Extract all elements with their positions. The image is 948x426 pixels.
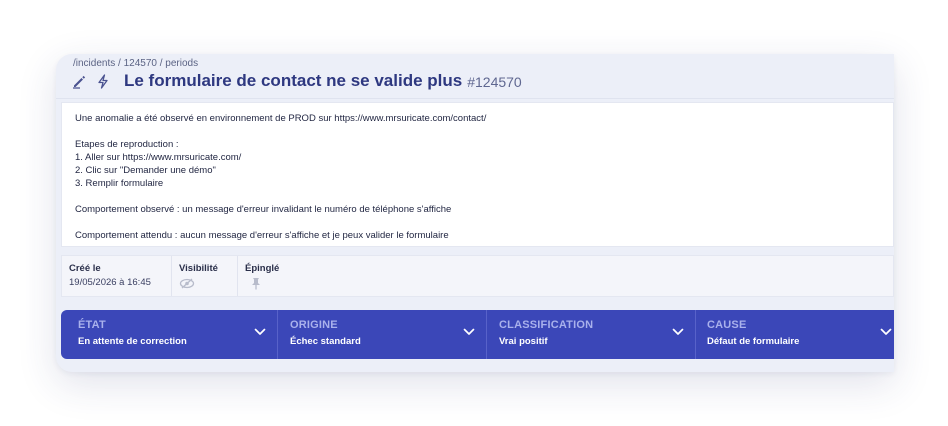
description-gap [75, 190, 893, 203]
description-line: 3. Remplir formulaire [75, 178, 164, 189]
ticket-number: #124570 [467, 74, 522, 90]
eye-slash-icon[interactable] [179, 278, 237, 292]
page-title: Le formulaire de contact ne se valide pl… [124, 71, 463, 90]
classification-label: CLASSIFICATION [499, 319, 594, 331]
chevron-down-icon [672, 328, 684, 335]
description-line: Une anomalie a été observé en environnem… [75, 113, 487, 124]
breadcrumb[interactable]: /incidents / 124570 / periods [73, 58, 198, 69]
meta-panel: Créé le 19/05/2026 à 16:45 Visibilité Ép… [61, 255, 894, 297]
cause-label: CAUSE [707, 319, 747, 331]
status-dropdown-state[interactable]: ÉTAT En attente de correction [61, 310, 278, 359]
meta-visibility: Visibilité [172, 256, 238, 296]
pinned-label: Épinglé [245, 263, 280, 274]
origin-value: Échec standard [290, 336, 361, 347]
classification-value: Vrai positif [499, 336, 548, 347]
visibility-label: Visibilité [179, 263, 218, 274]
header-divider [56, 98, 894, 99]
created-label: Créé le [69, 263, 101, 274]
state-value: En attente de correction [78, 336, 187, 347]
description-gap [75, 216, 893, 229]
status-dropdown-classification[interactable]: CLASSIFICATION Vrai positif [487, 310, 696, 359]
pin-icon[interactable] [245, 277, 893, 293]
status-bar: ÉTAT En attente de correction ORIGINE Éc… [61, 310, 894, 359]
description-line: Etapes de reproduction : [75, 139, 179, 150]
description-panel: Une anomalie a été observé en environnem… [61, 102, 894, 247]
description-gap [75, 125, 893, 138]
cause-value: Défaut de formulaire [707, 336, 800, 347]
meta-created: Créé le 19/05/2026 à 16:45 [62, 256, 172, 296]
lightning-icon[interactable] [97, 73, 112, 89]
chevron-down-icon [463, 328, 475, 335]
description-line: Comportement observé : un message d'erre… [75, 204, 452, 215]
chevron-down-icon [880, 328, 892, 335]
origin-label: ORIGINE [290, 319, 338, 331]
title-row: Le formulaire de contact ne se valide pl… [72, 71, 522, 91]
description-line: 1. Aller sur https://www.mrsuricate.com/ [75, 152, 242, 163]
meta-pinned: Épinglé [238, 256, 893, 296]
incident-card: /incidents / 124570 / periods Le formula… [56, 54, 894, 372]
state-label: ÉTAT [78, 319, 106, 331]
created-value: 19/05/2026 à 16:45 [69, 277, 151, 288]
status-dropdown-origin[interactable]: ORIGINE Échec standard [278, 310, 487, 359]
description-line: Comportement attendu : aucun message d'e… [75, 230, 449, 241]
status-dropdown-cause[interactable]: CAUSE Défaut de formulaire [696, 310, 894, 359]
chevron-down-icon [254, 328, 266, 335]
pencil-icon[interactable] [72, 74, 87, 89]
description-line: 2. Clic sur "Demander une démo" [75, 165, 216, 176]
